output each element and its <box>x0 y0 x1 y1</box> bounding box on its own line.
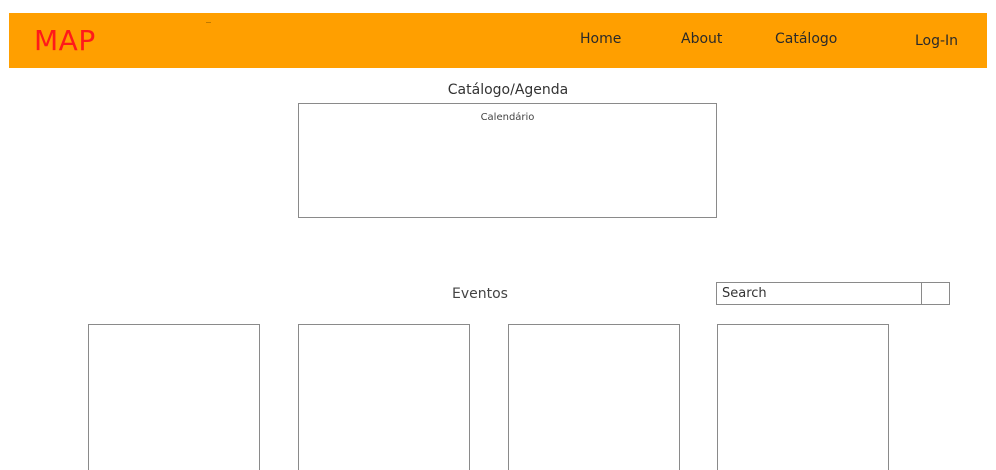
decorative-mark <box>206 22 211 23</box>
event-card[interactable] <box>717 324 889 470</box>
calendar-label: Calendário <box>480 112 535 123</box>
catalog-agenda-title: Catálogo/Agenda <box>447 82 569 98</box>
nav-link-about[interactable]: About <box>681 29 722 49</box>
nav-link-login[interactable]: Log-In <box>915 31 958 51</box>
event-card[interactable] <box>508 324 680 470</box>
search-input[interactable] <box>716 282 922 305</box>
top-navbar: MAP Home About Catálogo Log-In <box>9 13 987 68</box>
calendar-panel[interactable]: Calendário <box>298 103 717 218</box>
search-button[interactable] <box>921 282 950 305</box>
nav-link-catalog[interactable]: Catálogo <box>775 29 837 49</box>
events-title: Eventos <box>452 286 508 302</box>
site-logo[interactable]: MAP <box>34 23 96 59</box>
nav-link-home[interactable]: Home <box>580 29 621 49</box>
page: MAP Home About Catálogo Log-In Catálogo/… <box>0 0 996 470</box>
event-card[interactable] <box>88 324 260 470</box>
event-card[interactable] <box>298 324 470 470</box>
